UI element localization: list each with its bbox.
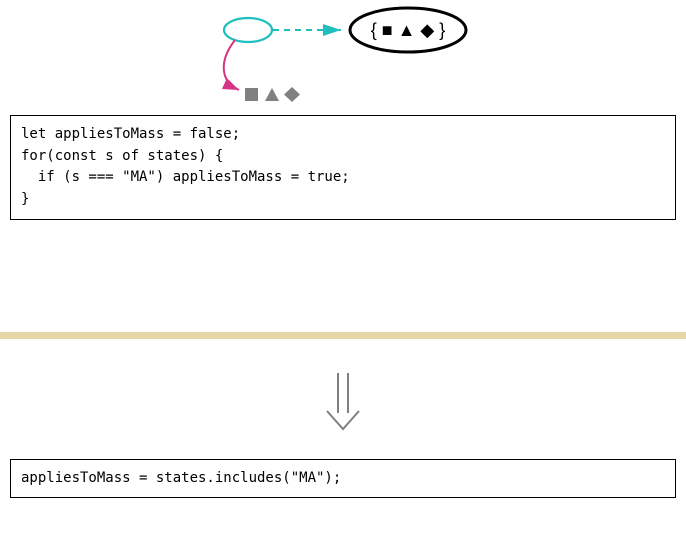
- square-icon: [245, 88, 258, 101]
- code-line: appliesToMass = states.includes("MA");: [21, 470, 341, 486]
- triangle-icon: [265, 88, 279, 101]
- curved-arrow: [224, 40, 239, 90]
- source-oval: [224, 18, 272, 42]
- iteration-diagram: { ■ ▲ ◆ }: [0, 0, 686, 115]
- target-glyphs: { ■ ▲ ◆ }: [371, 20, 446, 40]
- code-block-after: appliesToMass = states.includes("MA");: [10, 459, 676, 499]
- double-down-arrow-icon: [323, 371, 363, 433]
- code-line: let appliesToMass = false;: [21, 126, 240, 142]
- transform-arrow: [0, 367, 686, 437]
- diagram-svg: { ■ ▲ ◆ }: [193, 0, 493, 112]
- code-block-before: let appliesToMass = false; for(const s o…: [10, 115, 676, 220]
- diamond-icon: [284, 87, 300, 102]
- code-line: if (s === "MA") appliesToMass = true;: [21, 169, 350, 185]
- section-divider: [0, 332, 686, 339]
- code-line: }: [21, 191, 29, 207]
- code-line: for(const s of states) {: [21, 148, 223, 164]
